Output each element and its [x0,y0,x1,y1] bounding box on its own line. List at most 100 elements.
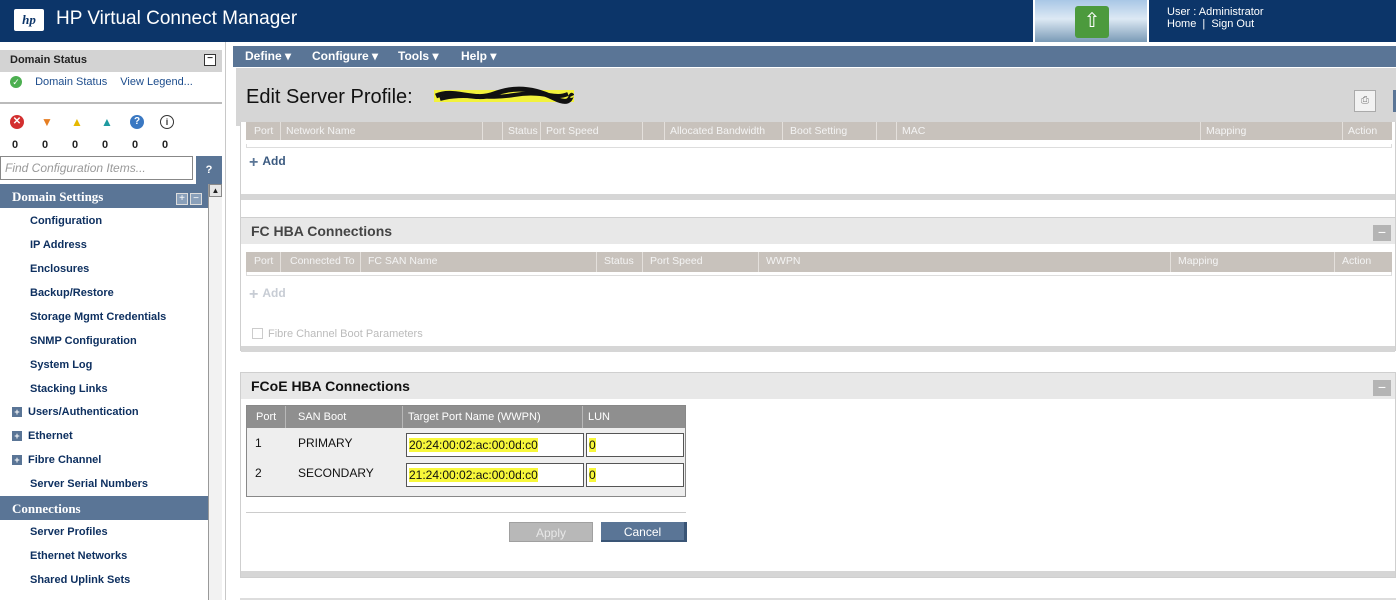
col-allocated-bandwidth: Allocated Bandwidth [670,125,766,137]
add-fc-button[interactable]: + Add [249,286,286,304]
nav-snmp-configuration[interactable]: SNMP Configuration [30,335,206,351]
fc-hba-title-text: FC HBA Connections [251,223,393,239]
menu-help[interactable]: Help ▾ [461,49,496,63]
domain-status-link[interactable]: Domain Status [35,76,107,88]
connections-header[interactable]: Connections [0,496,208,520]
col-connected-to: Connected To [290,255,355,267]
title-bar: Edit Server Profile: ⎙ [236,68,1396,126]
collapse-icon[interactable]: − [204,54,216,66]
nav-users-authentication[interactable]: + Users/Authentication [12,406,188,422]
col-port: Port [256,411,277,423]
col-port: Port [254,125,274,137]
scroll-up-icon[interactable]: ▲ [209,184,222,197]
nav-stacking-links[interactable]: Stacking Links [30,383,206,399]
minimize-icon[interactable]: − [1373,225,1391,241]
nav-server-serial-numbers[interactable]: Server Serial Numbers [30,478,206,494]
col-lun: LUN [588,411,611,423]
col-port-speed: Port Speed [650,255,703,267]
nav-ethernet[interactable]: + Ethernet [12,430,188,446]
connections-title: Connections [12,501,81,516]
fcoe-hba-title-text: FCoE HBA Connections [251,378,410,394]
critical-icon[interactable]: ✕ [10,115,24,129]
add-label: Add [262,286,286,300]
panel-divider [241,571,1395,577]
domain-status-header: Domain Status − [0,50,222,72]
port-cell: 2 [255,466,262,480]
home-link[interactable]: Home [1167,18,1196,30]
col-mapping: Mapping [1178,255,1219,267]
minor-warning-icon[interactable]: ▲ [70,115,84,129]
warning-count: 0 [102,139,109,151]
expand-icon[interactable]: + [12,431,22,442]
nav-system-log[interactable]: System Log [30,359,206,375]
wwpn-input[interactable]: 20:24:00:02:ac:00:0d:c0 [406,433,584,457]
nav-backup-restore[interactable]: Backup/Restore [30,287,206,303]
wwpn-value: 21:24:00:02:ac:00:0d:c0 [409,468,538,482]
expand-all-icon[interactable]: + [176,193,188,205]
print-icon[interactable]: ⎙ [1354,90,1376,112]
nav-storage-mgmt-credentials[interactable]: Storage Mgmt Credentials [30,311,206,327]
domain-status-title: Domain Status [10,54,88,66]
expand-icon[interactable]: + [12,407,22,418]
nav-enclosures[interactable]: Enclosures [30,263,206,279]
col-network-name: Network Name [286,125,356,137]
main-content: Define ▾ Configure ▾ Tools ▾ Help ▾ Edit… [233,42,1396,600]
fcoe-hba-title: FCoE HBA Connections [241,373,1395,399]
nav-label: Fibre Channel [28,454,102,466]
hp-logo: hp [14,9,44,31]
find-config-input[interactable]: Find Configuration Items... [0,156,193,180]
nav-server-profiles[interactable]: Server Profiles [30,526,206,542]
lun-input[interactable]: 0 [586,433,684,457]
add-ethernet-button[interactable]: + Add [249,154,286,172]
status-icons: ✕ ▼ ▲ ▲ ? i [10,115,200,129]
apply-button[interactable]: Apply [509,522,593,542]
minor-count: 0 [72,139,79,151]
info-triangle-icon[interactable]: ▲ [100,115,114,129]
wwpn-input[interactable]: 21:24:00:02:ac:00:0d:c0 [406,463,584,487]
sign-out-link[interactable]: Sign Out [1211,18,1254,30]
unknown-icon[interactable]: ? [130,115,144,129]
info-count: 0 [162,139,169,151]
fcoe-table-header: Port SAN Boot Target Port Name (WWPN) LU… [247,406,685,428]
collapse-all-icon[interactable]: − [190,193,202,205]
fc-boot-params-checkbox[interactable]: Fibre Channel Boot Parameters [252,328,423,340]
sidebar-scrollbar[interactable]: ▲ [208,184,222,600]
col-port-speed: Port Speed [546,125,599,137]
col-boot-setting: Boot Setting [790,125,848,137]
lun-value: 0 [589,468,596,482]
major-icon[interactable]: ▼ [40,115,54,129]
user-info: User : Administrator Home | Sign Out [1167,6,1264,30]
cancel-button[interactable]: Cancel [601,522,687,542]
checkbox[interactable] [252,328,263,339]
menu-define[interactable]: Define ▾ [245,49,291,63]
col-port: Port [254,255,274,267]
user-label: User : Administrator [1167,6,1264,18]
expand-icon[interactable]: + [12,455,22,466]
find-help-button[interactable]: ? [196,156,222,184]
app-header: hp HP Virtual Connect Manager ⇧ User : A… [0,0,1396,42]
nav-ip-address[interactable]: IP Address [30,239,206,255]
fc-grid-header: Port Connected To FC SAN Name Status Por… [246,252,1392,272]
panel-divider [241,346,1395,352]
ethernet-grid-header: Port Network Name Status Port Speed Allo… [246,122,1392,140]
link-separator: | [1202,18,1206,30]
status-counts: 0 0 0 0 0 0 [12,139,202,153]
domain-settings-header[interactable]: Domain Settings + − [0,184,208,208]
plus-icon: + [249,154,259,171]
info-icon[interactable]: i [160,115,174,129]
nav-ethernet-networks[interactable]: Ethernet Networks [30,550,206,566]
nav-configuration[interactable]: Configuration [30,215,206,231]
col-status: Status [604,255,634,267]
col-mac: MAC [902,125,926,137]
nav-fibre-channel[interactable]: + Fibre Channel [12,454,188,470]
col-wwpn: WWPN [766,255,801,267]
menu-tools[interactable]: Tools ▾ [398,49,438,63]
view-legend-link[interactable]: View Legend... [120,76,193,88]
nav-shared-uplink-sets[interactable]: Shared Uplink Sets [30,574,206,590]
lun-input[interactable]: 0 [586,463,684,487]
col-action: Action [1348,125,1378,137]
col-fc-san-name: FC SAN Name [368,255,438,267]
menu-configure[interactable]: Configure ▾ [312,49,378,63]
unknown-count: 0 [132,139,139,151]
minimize-icon[interactable]: − [1373,380,1391,396]
